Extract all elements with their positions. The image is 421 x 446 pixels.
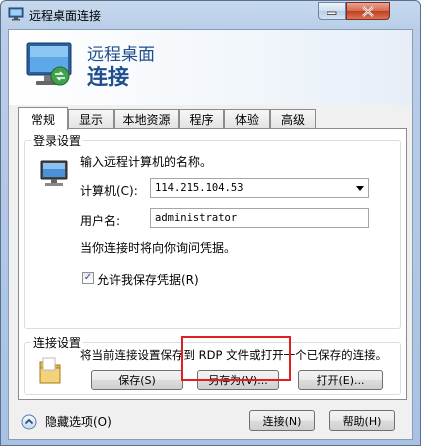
- login-settings-group: 登录设置 输入远程计算机的名称。 计算机(C): 114.215.104.53 …: [24, 132, 401, 329]
- hide-options-label: 隐藏选项(O): [45, 415, 112, 429]
- computer-value: 114.215.104.53: [155, 182, 244, 194]
- tab-general[interactable]: 常规: [18, 107, 68, 130]
- username-value: administrator: [155, 212, 238, 224]
- folder-icon: [39, 357, 61, 384]
- monitor-connect-icon: [26, 42, 72, 86]
- banner-title-line2: 连接: [87, 65, 129, 89]
- connect-button-label: 连接(N): [262, 414, 302, 428]
- allow-save-checkbox[interactable]: ✓: [82, 272, 94, 284]
- rdp-window: 远程桌面连接 远程桌面 连接 常规 显示 本地资源 程序 体验 高级 登录设置 …: [0, 0, 421, 446]
- header-banner: 远程桌面 连接: [9, 30, 412, 105]
- checkmark-icon: ✓: [83, 272, 93, 283]
- allow-save-label[interactable]: 允许我保存凭据(R): [97, 271, 199, 288]
- credentials-note: 当你连接时将向你询问凭据。: [80, 241, 237, 255]
- tab-label: 高级: [280, 112, 305, 127]
- tab-label: 本地资源: [122, 112, 171, 127]
- dialog-client-area: 远程桌面 连接 常规 显示 本地资源 程序 体验 高级 登录设置 输入远程计算机…: [8, 29, 413, 440]
- connection-description: 将当前连接设置保存到 RDP 文件或打开一个已保存的连接。: [80, 348, 388, 362]
- close-button[interactable]: [346, 2, 390, 20]
- computer-label: 计算机(C):: [80, 184, 138, 198]
- computer-combo[interactable]: 114.215.104.53: [150, 178, 369, 198]
- tab-panel-general: 登录设置 输入远程计算机的名称。 计算机(C): 114.215.104.53 …: [18, 128, 407, 400]
- username-field[interactable]: administrator: [150, 208, 369, 228]
- collapse-up-icon[interactable]: [21, 414, 37, 430]
- save-button[interactable]: 保存(S): [91, 370, 183, 390]
- save-as-button-label: 另存为(V)...: [208, 374, 268, 387]
- connection-settings-group: 连接设置 将当前连接设置保存到 RDP 文件或打开一个已保存的连接。 保存(S)…: [24, 334, 401, 395]
- computer-icon: [40, 160, 68, 186]
- tab-local-resources[interactable]: 本地资源: [114, 109, 179, 128]
- tab-experience[interactable]: 体验: [224, 109, 270, 128]
- login-settings-title: 登录设置: [31, 132, 84, 149]
- connection-settings-title: 连接设置: [31, 334, 84, 351]
- open-button[interactable]: 打开(E)...: [298, 370, 383, 390]
- tab-label: 程序: [189, 112, 214, 127]
- tab-display[interactable]: 显示: [68, 109, 114, 128]
- tab-label: 常规: [30, 112, 55, 127]
- connect-button[interactable]: 连接(N): [249, 410, 315, 431]
- chevron-down-icon[interactable]: [356, 186, 364, 191]
- tab-strip: 常规 显示 本地资源 程序 体验 高级: [18, 107, 408, 130]
- close-icon: [362, 5, 374, 17]
- open-button-label: 打开(E)...: [316, 374, 365, 387]
- title-bar[interactable]: 远程桌面连接: [1, 1, 420, 29]
- minimize-button[interactable]: [318, 2, 346, 20]
- window-title: 远程桌面连接: [29, 9, 102, 23]
- minimize-icon: [327, 11, 337, 15]
- help-button[interactable]: 帮助(H): [329, 410, 395, 431]
- tab-programs[interactable]: 程序: [179, 109, 224, 128]
- help-button-label: 帮助(H): [342, 414, 382, 428]
- hide-options-toggle[interactable]: 隐藏选项(O): [21, 413, 112, 430]
- computer-name-prompt: 输入远程计算机的名称。: [80, 155, 213, 169]
- tab-label: 显示: [78, 112, 103, 127]
- save-as-button[interactable]: 另存为(V)...: [197, 370, 279, 390]
- tab-label: 体验: [234, 112, 259, 127]
- save-button-label: 保存(S): [118, 374, 156, 387]
- username-label: 用户名:: [80, 214, 121, 228]
- tab-advanced[interactable]: 高级: [270, 109, 316, 128]
- remote-desktop-icon: [8, 7, 24, 21]
